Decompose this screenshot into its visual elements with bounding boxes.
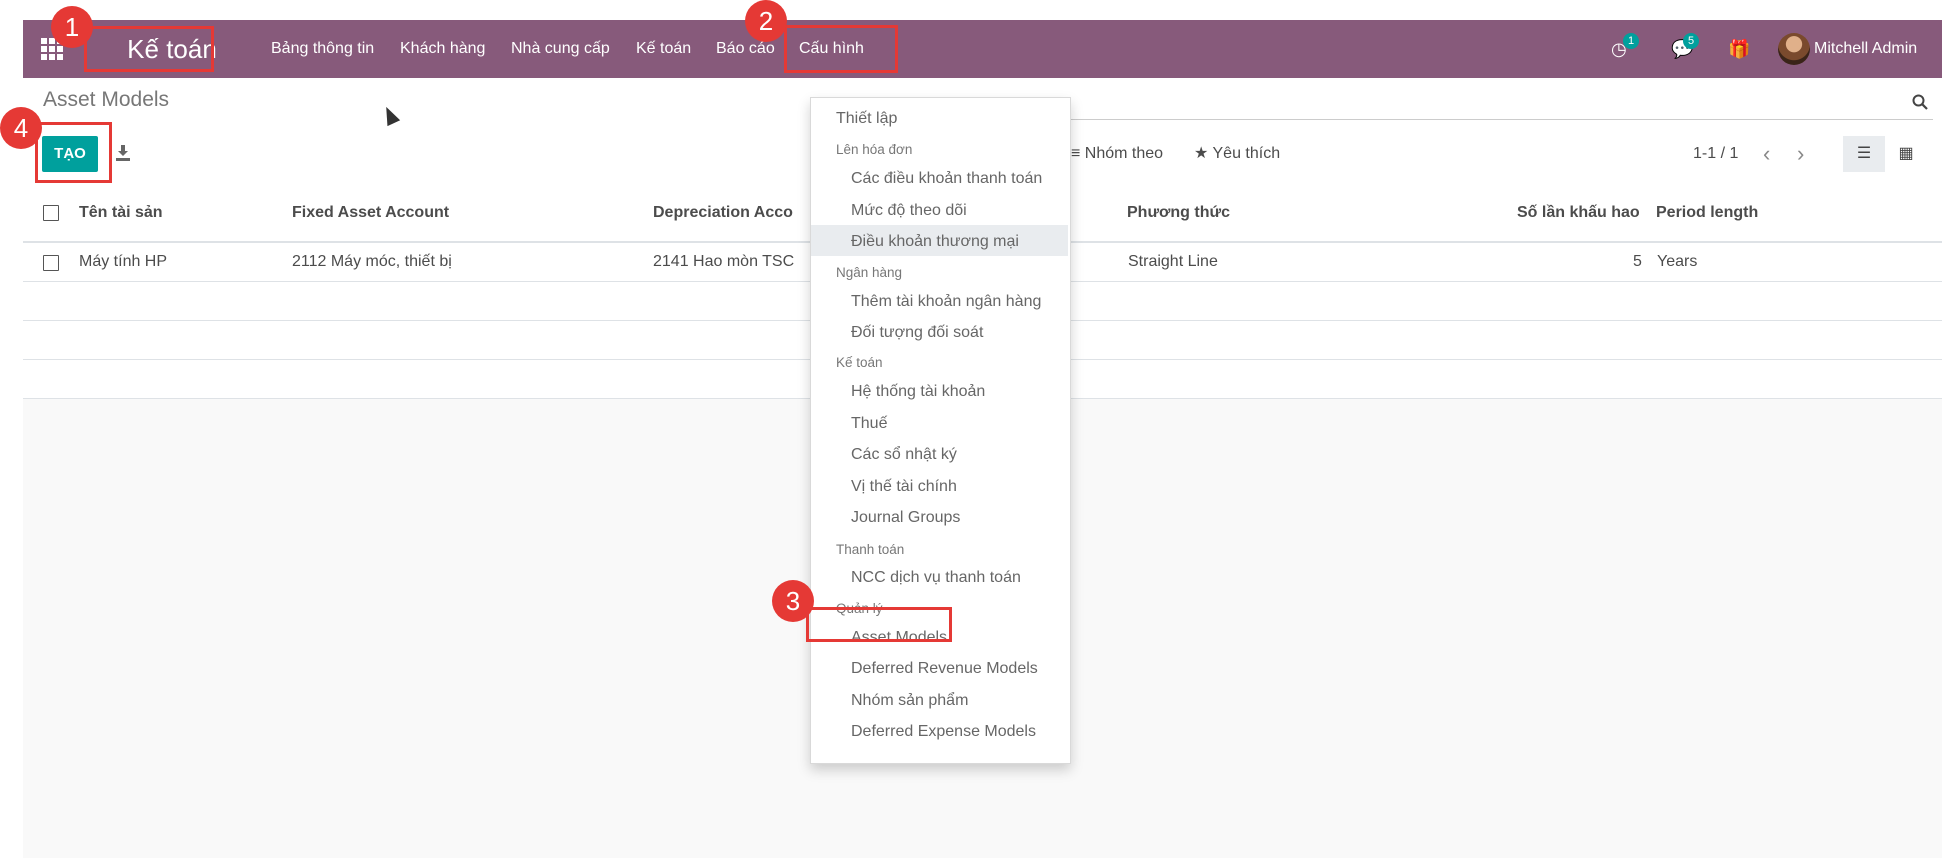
pager-value[interactable]: 1-1 / 1 <box>1693 136 1738 172</box>
dropdown-item[interactable]: Thêm tài khoản ngân hàng <box>851 293 1041 311</box>
column-header[interactable]: Số lần khấu hao <box>1517 185 1640 241</box>
user-name[interactable]: Mitchell Admin <box>1814 20 1917 78</box>
column-header[interactable]: Tên tài sản <box>79 185 163 241</box>
app-root: Kế toán Bảng thông tin Khách hàng Nhà cu… <box>23 20 1942 858</box>
list-view-icon[interactable]: ☰ <box>1843 136 1885 172</box>
cell-fixed-account: 2112 Máy móc, thiết bị <box>292 253 452 270</box>
dropdown-item[interactable]: NCC dịch vụ thanh toán <box>851 569 1021 587</box>
step-marker-4: 4 <box>0 107 42 149</box>
menu-vendors[interactable]: Nhà cung cấp <box>511 20 610 78</box>
star-icon: ★ <box>1194 145 1209 162</box>
favorites-button[interactable]: ★ Yêu thích <box>1194 136 1280 172</box>
activity-badge: 1 <box>1623 33 1639 49</box>
dropdown-item[interactable]: Nhóm sản phẩm <box>851 692 968 710</box>
dropdown-section-header: Ngân hàng <box>836 265 903 280</box>
column-header[interactable]: Period length <box>1656 185 1758 241</box>
column-header[interactable]: Fixed Asset Account <box>292 185 449 241</box>
group-by-button[interactable]: ≡ Nhóm theo <box>1071 136 1163 172</box>
gift-icon[interactable]: 🎁 <box>1728 37 1750 61</box>
configuration-dropdown: Thiết lập Lên hóa đơn Các điều khoản tha… <box>810 97 1071 764</box>
cell-count: 5 <box>1633 253 1642 270</box>
highlight-box-app-title <box>84 26 214 72</box>
group-by-label: Nhóm theo <box>1084 145 1164 162</box>
column-header[interactable]: Depreciation Acco <box>653 185 793 241</box>
chat-bubble-icon[interactable]: 💬 5 <box>1671 33 1699 61</box>
breadcrumb: Asset Models <box>43 88 170 111</box>
dropdown-item[interactable]: Vị thế tài chính <box>851 478 957 496</box>
dropdown-item[interactable]: Các điều khoản thanh toán <box>851 170 1042 188</box>
list-icon: ≡ <box>1071 145 1081 162</box>
dropdown-item[interactable]: Mức độ theo dõi <box>851 202 967 220</box>
step-marker-3: 3 <box>772 580 814 622</box>
step-marker-1: 1 <box>51 6 93 48</box>
row-checkbox[interactable] <box>43 255 59 271</box>
chevron-right-icon[interactable]: › <box>1797 136 1804 172</box>
cell-name: Máy tính HP <box>79 253 168 270</box>
cell-method: Straight Line <box>1128 253 1218 270</box>
cell-period: Years <box>1657 253 1698 270</box>
menu-customers[interactable]: Khách hàng <box>400 20 485 78</box>
dropdown-item[interactable]: Thuế <box>851 415 887 433</box>
favorites-label: Yêu thích <box>1212 145 1281 162</box>
select-all-checkbox[interactable] <box>43 205 59 221</box>
dropdown-section-header: Kế toán <box>836 355 883 370</box>
highlight-box-create <box>35 122 112 183</box>
dropdown-section-header: Lên hóa đơn <box>836 142 913 157</box>
dropdown-item[interactable]: Deferred Expense Models <box>851 723 1036 741</box>
dropdown-item[interactable]: Đối tượng đối soát <box>851 324 983 342</box>
chevron-left-icon[interactable]: ‹ <box>1763 136 1770 172</box>
menu-dashboard[interactable]: Bảng thông tin <box>271 20 374 78</box>
highlight-box-configuration <box>784 25 898 73</box>
activity-clock-icon[interactable]: ◷ 1 <box>1611 33 1639 61</box>
search-icon[interactable] <box>1912 94 1928 115</box>
cell-depreciation-account: 2141 Hao mòn TSC <box>653 253 795 270</box>
top-navbar: Kế toán Bảng thông tin Khách hàng Nhà cu… <box>23 20 1942 78</box>
dropdown-section-header: Thanh toán <box>836 542 905 557</box>
download-icon[interactable] <box>115 143 131 163</box>
dropdown-item[interactable]: Deferred Revenue Models <box>851 660 1038 678</box>
dropdown-item[interactable]: Journal Groups <box>851 509 960 527</box>
column-header[interactable]: Phương thức <box>1127 185 1230 241</box>
message-badge: 5 <box>1683 33 1699 49</box>
dropdown-item[interactable]: Các sổ nhật ký <box>851 446 957 464</box>
dropdown-item[interactable]: Điều khoản thương mại <box>851 233 1019 251</box>
kanban-view-icon[interactable]: ▦ <box>1885 136 1927 172</box>
dropdown-item[interactable]: Hệ thống tài khoản <box>851 383 985 401</box>
avatar[interactable] <box>1778 33 1810 65</box>
highlight-box-asset-models <box>806 607 952 642</box>
menu-accounting[interactable]: Kế toán <box>636 20 691 78</box>
step-marker-2: 2 <box>745 0 787 42</box>
dropdown-item-settings[interactable]: Thiết lập <box>836 110 897 128</box>
search-input[interactable] <box>1063 118 1933 120</box>
